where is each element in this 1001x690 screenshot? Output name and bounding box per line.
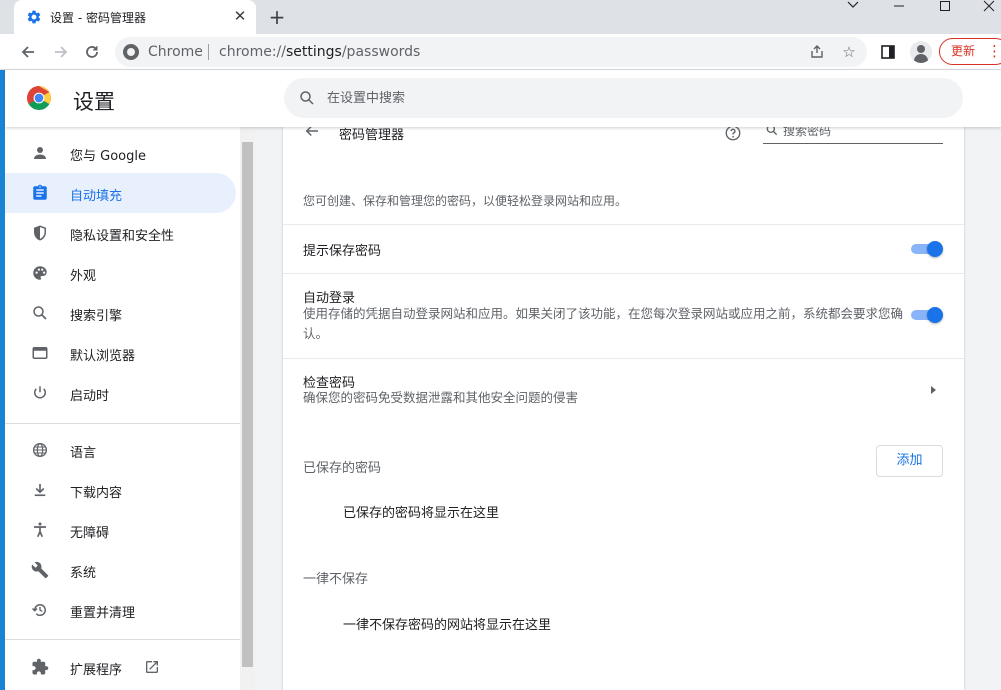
wrench-icon	[31, 561, 49, 579]
puzzle-icon	[32, 658, 49, 675]
sidebar-item-label: 系统	[70, 566, 97, 581]
sidebar-item-appearance[interactable]: 外观	[5, 253, 236, 293]
sidebar-item-autofill[interactable]: 自动填充	[5, 173, 236, 213]
share-icon[interactable]	[808, 43, 826, 61]
row-divider	[283, 273, 964, 274]
sidebar-item-label: 扩展程序	[70, 663, 123, 678]
back-icon[interactable]	[15, 39, 41, 65]
sidebar-item-default-browser[interactable]: 默认浏览器	[5, 333, 236, 373]
add-password-button[interactable]: 添加	[876, 445, 943, 477]
row-divider	[283, 224, 964, 225]
scrollbar-thumb[interactable]	[242, 142, 253, 667]
power-icon	[34, 386, 46, 399]
person-icon	[34, 147, 46, 159]
page-title: 设置	[73, 90, 115, 114]
sidebar-item-system[interactable]: 系统	[5, 550, 236, 590]
download-icon	[34, 484, 46, 497]
sidebar-item-extensions[interactable]: 扩展程序	[5, 647, 236, 687]
offer-to-save-toggle[interactable]	[911, 240, 945, 258]
toggle-knob	[927, 241, 943, 257]
profile-avatar[interactable]	[910, 41, 932, 63]
address-bar[interactable]: Chrome chrome://settings/passwords ☆	[115, 37, 867, 67]
sidebar-item-label: 隐私设置和安全性	[70, 229, 175, 244]
plus-icon[interactable]: +	[266, 6, 288, 28]
chevron-down-icon[interactable]	[830, 0, 876, 14]
tab-title: 设置 - 密码管理器	[50, 11, 146, 25]
sidebar-item-label: 重置并清理	[70, 606, 136, 621]
saved-passwords-heading: 已保存的密码	[303, 461, 382, 476]
sidebar-item-label: 默认浏览器	[70, 349, 136, 364]
tab-settings-passwords[interactable]: 设置 - 密码管理器 ✕	[14, 0, 256, 34]
sidebar-item-languages[interactable]: 语言	[5, 430, 236, 470]
chevron-right-icon[interactable]	[929, 385, 937, 395]
assignment-icon	[33, 184, 47, 200]
update-label: 更新	[951, 44, 976, 58]
settings-search[interactable]	[284, 78, 963, 118]
site-chip-label: Chrome	[148, 44, 203, 60]
search-icon	[300, 91, 314, 105]
sidebar-item-downloads[interactable]: 下载内容	[5, 470, 236, 510]
password-manager-card: 密码管理器 您可创建、保存和管理您的密码，以便轻松登录网站和应用。 提示保存密码…	[283, 112, 964, 690]
close-icon[interactable]: ✕	[232, 8, 248, 24]
sidebar-item-label: 您与 Google	[70, 149, 146, 164]
window-close-icon[interactable]	[966, 0, 1001, 14]
minimize-icon[interactable]	[876, 0, 922, 14]
sidebar-item-label: 无障碍	[70, 526, 110, 541]
sidebar-item-label: 语言	[70, 446, 97, 461]
intro-text: 您可创建、保存和管理您的密码，以便轻松登录网站和应用。	[303, 194, 628, 208]
sidebar-item-accessibility[interactable]: 无障碍	[5, 510, 236, 550]
url-text[interactable]: chrome://settings/passwords	[219, 44, 420, 60]
sidebar-item-search-engine[interactable]: 搜索引擎	[5, 293, 236, 333]
sidebar-divider	[5, 423, 240, 424]
sidebar-divider	[5, 639, 240, 640]
forward-icon[interactable]	[48, 39, 74, 65]
update-button[interactable]: 更新 ⋮	[939, 38, 1001, 65]
check-passwords-row[interactable]: 检查密码 确保您的密码免受数据泄露和其他安全问题的侵害	[283, 359, 964, 413]
reload-icon[interactable]	[79, 39, 105, 65]
sidebar-item-label: 外观	[70, 269, 97, 284]
omnibox-divider	[208, 44, 209, 60]
settings-sidebar: 您与 Google 自动填充 隐私设置和安全性 外观 搜索引擎 默认浏览器 启动…	[5, 127, 240, 690]
sidebar-item-you-and-google[interactable]: 您与 Google	[5, 133, 236, 173]
restore-icon	[31, 604, 46, 617]
never-saved-empty: 一律不保存密码的网站将显示在这里	[343, 618, 552, 633]
sidebar-item-on-startup[interactable]: 启动时	[5, 373, 236, 413]
browser-toolbar: Chrome chrome://settings/passwords ☆ 更新 …	[0, 34, 1001, 70]
sidebar-item-label: 自动填充	[70, 189, 123, 204]
check-passwords-description: 确保您的密码免受数据泄露和其他安全问题的侵害	[303, 390, 579, 405]
accessibility-icon	[34, 522, 46, 538]
sidebar-item-label: 启动时	[70, 389, 110, 404]
search-icon	[33, 306, 47, 320]
open-in-new-icon	[146, 661, 158, 673]
palette-icon	[33, 266, 47, 280]
saved-passwords-empty: 已保存的密码将显示在这里	[343, 506, 500, 521]
toggle-knob	[927, 307, 943, 323]
shield-icon	[34, 225, 46, 241]
settings-search-input[interactable]	[327, 88, 727, 108]
auto-signin-description: 使用存储的凭据自动登录网站和应用。如果关闭了该功能，在您每次登录网站或应用之前，…	[303, 306, 904, 341]
never-saved-heading: 一律不保存	[303, 572, 369, 587]
chrome-site-icon[interactable]	[123, 44, 139, 60]
settings-header: 设置	[5, 70, 1001, 127]
sidebar-item-label: 下载内容	[70, 486, 123, 501]
bookmark-star-icon[interactable]: ☆	[840, 43, 858, 61]
more-menu-icon[interactable]: ⋮	[987, 39, 1001, 64]
auto-signin-toggle[interactable]	[911, 306, 945, 324]
chrome-logo-icon	[27, 86, 51, 110]
globe-icon	[32, 442, 48, 458]
tab-strip: 设置 - 密码管理器 ✕ +	[0, 0, 1001, 34]
sidebar-item-reset[interactable]: 重置并清理	[5, 590, 236, 630]
side-panel-icon[interactable]	[876, 40, 900, 64]
maximize-icon[interactable]	[922, 0, 968, 14]
sidebar-item-privacy[interactable]: 隐私设置和安全性	[5, 213, 236, 253]
browser-icon	[32, 347, 48, 359]
sidebar-item-label: 搜索引擎	[70, 309, 123, 324]
sidebar-scrollbar[interactable]	[240, 127, 255, 690]
offer-to-save-label: 提示保存密码	[303, 244, 382, 259]
gear-icon	[27, 10, 41, 24]
